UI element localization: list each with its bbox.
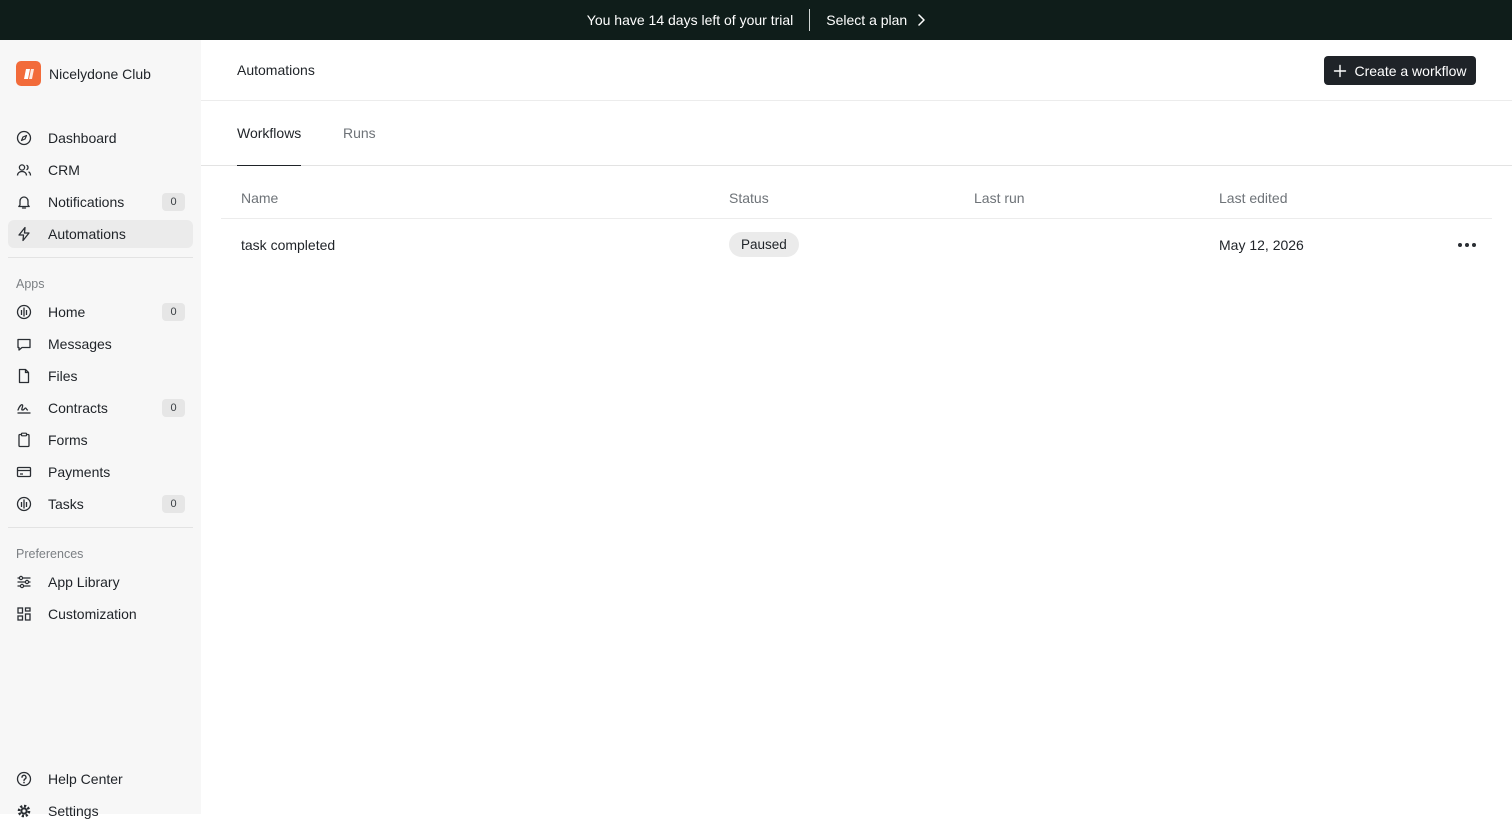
- users-icon: [16, 162, 32, 178]
- clipboard-icon: [16, 432, 32, 448]
- page-title: Automations: [237, 62, 315, 78]
- tasks-icon: [16, 496, 32, 512]
- file-icon: [16, 368, 32, 384]
- apps-section-label: Apps: [16, 277, 45, 291]
- sidebar-item-forms[interactable]: Forms: [8, 426, 193, 454]
- sidebar-item-files[interactable]: Files: [8, 362, 193, 390]
- sidebar-item-settings[interactable]: Settings: [8, 797, 193, 825]
- table-row[interactable]: task completed Paused May 12, 2026: [221, 219, 1492, 269]
- sidebar-item-label: Settings: [48, 803, 99, 819]
- sidebar-item-label: Forms: [48, 432, 88, 448]
- sidebar-item-home[interactable]: Home 0: [8, 298, 193, 326]
- column-header-last-edited[interactable]: Last edited: [1219, 190, 1288, 206]
- sidebar-item-label: Files: [48, 368, 78, 384]
- gear-icon: [16, 803, 32, 819]
- sidebar-divider: [8, 257, 193, 258]
- sidebar-item-contracts[interactable]: Contracts 0: [8, 394, 193, 422]
- tasks-count-badge: 0: [162, 495, 185, 513]
- row-more-options-icon[interactable]: [1455, 236, 1479, 254]
- preferences-section-label: Preferences: [16, 547, 84, 561]
- sidebar-item-label: Contracts: [48, 400, 108, 416]
- sidebar-item-messages[interactable]: Messages: [8, 330, 193, 358]
- workspace-name: Nicelydone Club: [49, 65, 151, 82]
- grid-icon: [16, 606, 32, 622]
- credit-card-icon: [16, 464, 32, 480]
- home-icon: [16, 304, 32, 320]
- sidebar-item-label: Home: [48, 304, 86, 320]
- column-header-last-run[interactable]: Last run: [974, 190, 1025, 206]
- notifications-count-badge: 0: [162, 193, 185, 211]
- sidebar-item-customization[interactable]: Customization: [8, 600, 193, 628]
- sidebar-item-label: Payments: [48, 464, 111, 480]
- message-icon: [16, 336, 32, 352]
- last-edited-value: May 12, 2026: [1219, 237, 1304, 253]
- plus-icon: [1334, 64, 1347, 77]
- sidebar-item-label: Notifications: [48, 194, 125, 210]
- compass-icon: [16, 130, 32, 146]
- sidebar-item-label: CRM: [48, 162, 80, 178]
- select-plan-link[interactable]: Select a plan: [810, 12, 925, 28]
- sidebar-item-notifications[interactable]: Notifications 0: [8, 188, 193, 216]
- sidebar-item-dashboard[interactable]: Dashboard: [8, 124, 193, 152]
- sidebar-item-crm[interactable]: CRM: [8, 156, 193, 184]
- sidebar-item-label: Customization: [48, 606, 137, 622]
- sidebar-divider: [8, 527, 193, 528]
- create-workflow-button[interactable]: Create a workflow: [1324, 56, 1476, 85]
- sidebar: Nicelydone Club Dashboard CRM Notificati…: [0, 40, 201, 819]
- bolt-icon: [16, 226, 32, 242]
- bell-icon: [16, 194, 32, 210]
- sidebar-item-label: App Library: [48, 574, 120, 590]
- sidebar-item-app-library[interactable]: App Library: [8, 568, 193, 596]
- help-icon: [16, 771, 32, 787]
- sidebar-item-help-center[interactable]: Help Center: [8, 765, 193, 793]
- sidebar-item-label: Dashboard: [48, 130, 117, 146]
- page-header: Automations Create a workflow: [201, 40, 1512, 101]
- trial-message: You have 14 days left of your trial: [586, 12, 794, 28]
- tab-workflows[interactable]: Workflows: [237, 125, 302, 166]
- sidebar-item-tasks[interactable]: Tasks 0: [8, 490, 193, 518]
- sidebar-item-label: Help Center: [48, 771, 123, 787]
- home-count-badge: 0: [162, 303, 185, 321]
- select-plan-label: Select a plan: [826, 12, 908, 28]
- signature-icon: [16, 400, 32, 416]
- brand-logo: [16, 61, 41, 86]
- sidebar-item-automations[interactable]: Automations: [8, 220, 193, 248]
- sidebar-item-label: Messages: [48, 336, 112, 352]
- column-header-status[interactable]: Status: [729, 190, 769, 206]
- sidebar-item-label: Automations: [48, 226, 126, 242]
- workflow-name[interactable]: task completed: [241, 237, 335, 253]
- sidebar-item-label: Tasks: [48, 496, 84, 512]
- trial-banner: You have 14 days left of your trial Sele…: [0, 0, 1512, 40]
- column-header-name[interactable]: Name: [241, 190, 278, 206]
- status-badge: Paused: [729, 232, 799, 257]
- tab-bar: Workflows Runs: [201, 101, 1512, 166]
- create-workflow-label: Create a workflow: [1354, 62, 1467, 79]
- tab-runs[interactable]: Runs: [343, 125, 376, 166]
- sidebar-item-payments[interactable]: Payments: [8, 458, 193, 486]
- chevron-right-icon: [918, 14, 925, 26]
- sliders-icon: [16, 574, 32, 590]
- table-header: Name Status Last run Last edited: [221, 166, 1492, 219]
- workspace-switcher[interactable]: Nicelydone Club: [16, 61, 151, 86]
- contracts-count-badge: 0: [162, 399, 185, 417]
